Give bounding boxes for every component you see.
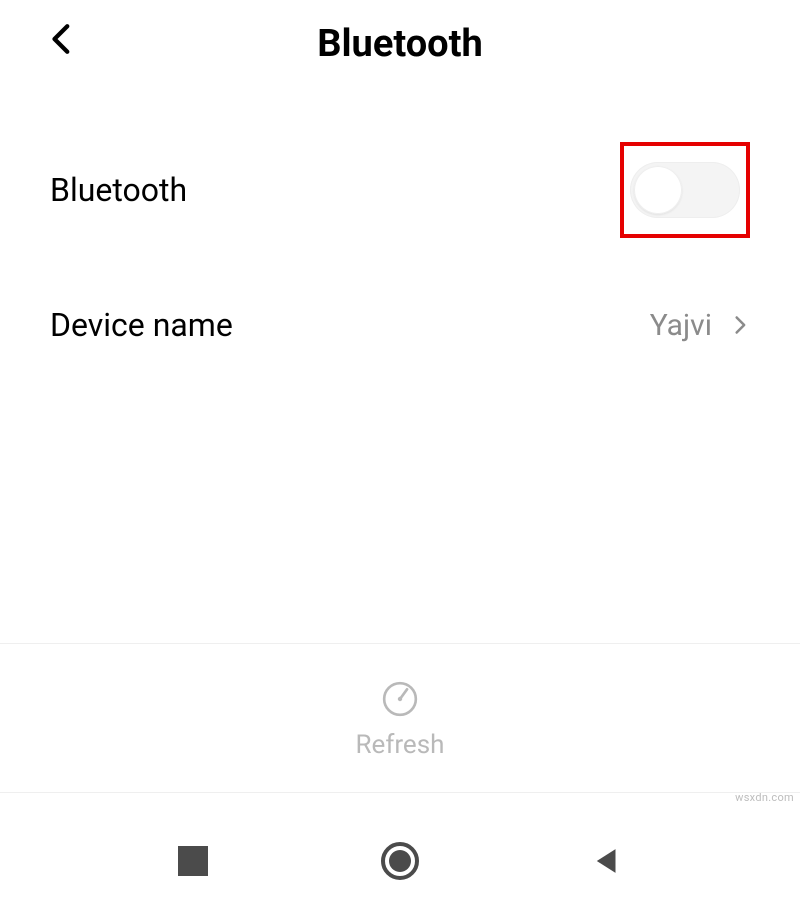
settings-list: Bluetooth Device name Yajvi xyxy=(0,88,800,378)
watermark: wsxdn.com xyxy=(735,791,794,804)
device-name-row[interactable]: Device name Yajvi xyxy=(0,272,800,378)
refresh-label: Refresh xyxy=(356,730,445,760)
refresh-button[interactable]: Refresh xyxy=(0,643,800,793)
header-bar: Bluetooth xyxy=(0,0,800,88)
bluetooth-settings-screen: Bluetooth Bluetooth Device name Yajvi xyxy=(0,0,800,909)
bluetooth-label: Bluetooth xyxy=(50,171,187,209)
device-name-value-wrap: Yajvi xyxy=(650,308,750,343)
toggle-knob xyxy=(634,166,682,214)
bluetooth-toggle[interactable] xyxy=(630,162,740,218)
device-name-value: Yajvi xyxy=(650,308,712,343)
refresh-icon xyxy=(377,676,423,722)
nav-home-button[interactable] xyxy=(375,836,425,886)
bluetooth-toggle-row: Bluetooth xyxy=(0,108,800,272)
nav-recent-icon xyxy=(178,846,208,876)
back-icon xyxy=(46,22,80,56)
back-button[interactable] xyxy=(44,20,82,58)
chevron-right-icon xyxy=(730,308,750,342)
nav-recent-button[interactable] xyxy=(168,836,218,886)
nav-home-icon xyxy=(381,842,419,880)
nav-back-button[interactable] xyxy=(582,836,632,886)
highlight-box xyxy=(620,142,750,238)
nav-back-icon xyxy=(590,844,624,878)
page-title: Bluetooth xyxy=(0,22,800,66)
system-nav-bar xyxy=(0,813,800,909)
device-name-label: Device name xyxy=(50,306,233,344)
